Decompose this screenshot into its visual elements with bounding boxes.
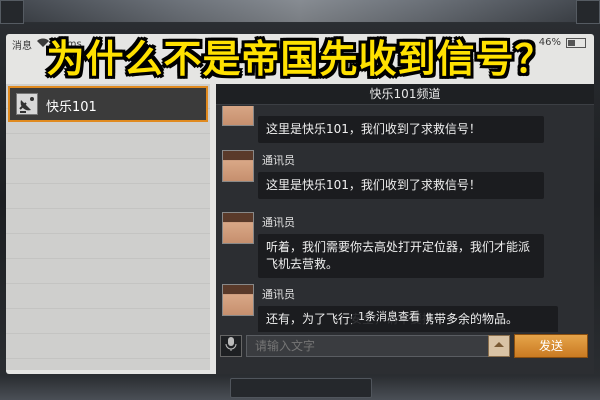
message-bubble: 这里是快乐101，我们收到了求救信号！: [258, 172, 544, 199]
video-headline-caption: 为什么不是帝国先收到信号？: [46, 37, 554, 81]
message-bubble: 这里是快乐101，我们收到了求救信号！: [258, 116, 544, 143]
channel-item-kuaile101[interactable]: 快乐101: [8, 86, 208, 122]
message-sender: 通讯员: [262, 154, 295, 167]
message-list[interactable]: 这里是快乐101，我们收到了求救信号！ 通讯员 这里是快乐101，我们收到了求救…: [216, 106, 594, 334]
message-bubble: 听着，我们需要你去高处打开定位器，我们才能派飞机去营救。: [258, 234, 544, 278]
send-button[interactable]: 发送: [514, 334, 588, 358]
message-sender: 通讯员: [262, 288, 295, 301]
microphone-icon[interactable]: [220, 335, 242, 357]
avatar: [222, 106, 254, 126]
chat-panel: 快乐101频道 这里是快乐101，我们收到了求救信号！ 通讯员 这里是快乐101…: [216, 84, 594, 374]
channel-list: 快乐101: [6, 84, 210, 370]
chevron-up-icon[interactable]: [488, 335, 510, 357]
chat-text-input[interactable]: [246, 335, 508, 357]
avatar: [222, 284, 254, 316]
frame-bottom-decoration: [230, 378, 372, 398]
frame-corner-left: [0, 0, 24, 24]
frame-corner-right: [576, 0, 600, 24]
avatar: [222, 150, 254, 182]
chat-title: 快乐101频道: [216, 84, 594, 105]
channel-label: 快乐101: [46, 100, 97, 115]
frame-top-decoration: [0, 0, 600, 22]
satellite-dish-icon: [16, 93, 38, 115]
chat-input-bar: 发送: [216, 332, 594, 360]
message-sender: 通讯员: [262, 216, 295, 229]
avatar: [222, 212, 254, 244]
new-message-toast[interactable]: 1条消息查看: [352, 306, 426, 326]
